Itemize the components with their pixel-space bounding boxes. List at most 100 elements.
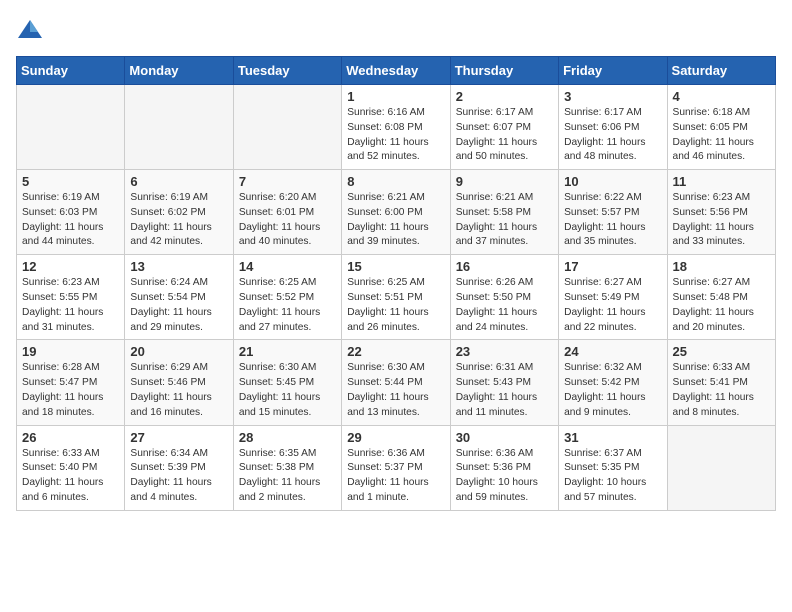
cell-info: Sunrise: 6:29 AM Sunset: 5:46 PM Dayligh…: [130, 361, 227, 420]
day-number: 30: [456, 430, 553, 445]
calendar-week-4: 19 Sunrise: 6:28 AM Sunset: 5:47 PM Dayli…: [17, 340, 776, 425]
day-number: 27: [130, 430, 227, 445]
cell-info: Sunrise: 6:32 AM Sunset: 5:42 PM Dayligh…: [564, 361, 661, 420]
day-number: 17: [564, 259, 661, 274]
calendar-cell: 20 Sunrise: 6:29 AM Sunset: 5:46 PM Dayli…: [125, 340, 233, 425]
cell-info: Sunrise: 6:34 AM Sunset: 5:39 PM Dayligh…: [130, 447, 227, 506]
calendar-cell: 14Sunrise: 6:25 AM Sunset: 5:52 PM Dayli…: [233, 255, 341, 340]
cell-info: Sunrise: 6:17 AM Sunset: 6:07 PM Dayligh…: [456, 106, 553, 165]
cell-info: Sunrise: 6:25 AM Sunset: 5:52 PM Dayligh…: [239, 276, 336, 335]
logo-icon: [16, 16, 44, 44]
cell-info: Sunrise: 6:36 AM Sunset: 5:36 PM Dayligh…: [456, 447, 553, 506]
calendar-cell: 21 Sunrise: 6:30 AM Sunset: 5:45 PM Dayli…: [233, 340, 341, 425]
day-number: 20: [130, 344, 227, 359]
calendar-cell: [233, 85, 341, 170]
page-header: [16, 16, 776, 44]
day-number: 22: [347, 344, 444, 359]
calendar-cell: 10 Sunrise: 6:22 AM Sunset: 5:57 PM Dayli…: [559, 170, 667, 255]
cell-info: Sunrise: 6:31 AM Sunset: 5:43 PM Dayligh…: [456, 361, 553, 420]
cell-info: Sunrise: 6:19 AM Sunset: 6:02 PM Dayligh…: [130, 191, 227, 250]
day-number: 7: [239, 174, 336, 189]
cell-info: Sunrise: 6:19 AM Sunset: 6:03 PM Dayligh…: [22, 191, 119, 250]
calendar-cell: 12 Sunrise: 6:23 AM Sunset: 5:55 PM Dayli…: [17, 255, 125, 340]
calendar-cell: 13 Sunrise: 6:24 AM Sunset: 5:54 PM Dayli…: [125, 255, 233, 340]
day-number: 23: [456, 344, 553, 359]
calendar-cell: 4Sunrise: 6:18 AM Sunset: 6:05 PM Daylig…: [667, 85, 775, 170]
calendar-cell: 5Sunrise: 6:19 AM Sunset: 6:03 PM Daylig…: [17, 170, 125, 255]
calendar-table: SundayMondayTuesdayWednesdayThursdayFrid…: [16, 56, 776, 511]
day-number: 25: [673, 344, 770, 359]
calendar-cell: 28 Sunrise: 6:35 AM Sunset: 5:38 PM Dayli…: [233, 425, 341, 510]
cell-info: Sunrise: 6:20 AM Sunset: 6:01 PM Dayligh…: [239, 191, 336, 250]
cell-info: Sunrise: 6:36 AM Sunset: 5:37 PM Dayligh…: [347, 447, 444, 506]
day-number: 24: [564, 344, 661, 359]
calendar-header-row: SundayMondayTuesdayWednesdayThursdayFrid…: [17, 57, 776, 85]
calendar-cell: 27 Sunrise: 6:34 AM Sunset: 5:39 PM Dayli…: [125, 425, 233, 510]
header-friday: Friday: [559, 57, 667, 85]
header-saturday: Saturday: [667, 57, 775, 85]
calendar-week-5: 26 Sunrise: 6:33 AM Sunset: 5:40 PM Dayli…: [17, 425, 776, 510]
calendar-cell: 30 Sunrise: 6:36 AM Sunset: 5:36 PM Dayli…: [450, 425, 558, 510]
header-wednesday: Wednesday: [342, 57, 450, 85]
cell-info: Sunrise: 6:21 AM Sunset: 6:00 PM Dayligh…: [347, 191, 444, 250]
cell-info: Sunrise: 6:16 AM Sunset: 6:08 PM Dayligh…: [347, 106, 444, 165]
day-number: 16: [456, 259, 553, 274]
calendar-cell: 6Sunrise: 6:19 AM Sunset: 6:02 PM Daylig…: [125, 170, 233, 255]
day-number: 11: [673, 174, 770, 189]
cell-info: Sunrise: 6:23 AM Sunset: 5:55 PM Dayligh…: [22, 276, 119, 335]
day-number: 1: [347, 89, 444, 104]
cell-info: Sunrise: 6:27 AM Sunset: 5:49 PM Dayligh…: [564, 276, 661, 335]
day-number: 15: [347, 259, 444, 274]
day-number: 26: [22, 430, 119, 445]
header-tuesday: Tuesday: [233, 57, 341, 85]
calendar-cell: 15 Sunrise: 6:25 AM Sunset: 5:51 PM Dayli…: [342, 255, 450, 340]
calendar-cell: [17, 85, 125, 170]
calendar-cell: 23 Sunrise: 6:31 AM Sunset: 5:43 PM Dayli…: [450, 340, 558, 425]
calendar-cell: 22 Sunrise: 6:30 AM Sunset: 5:44 PM Dayli…: [342, 340, 450, 425]
day-number: 2: [456, 89, 553, 104]
day-number: 13: [130, 259, 227, 274]
calendar-cell: 31 Sunrise: 6:37 AM Sunset: 5:35 PM Dayli…: [559, 425, 667, 510]
calendar-cell: 11 Sunrise: 6:23 AM Sunset: 5:56 PM Dayli…: [667, 170, 775, 255]
calendar-cell: [125, 85, 233, 170]
cell-info: Sunrise: 6:30 AM Sunset: 5:45 PM Dayligh…: [239, 361, 336, 420]
cell-info: Sunrise: 6:23 AM Sunset: 5:56 PM Dayligh…: [673, 191, 770, 250]
cell-info: Sunrise: 6:22 AM Sunset: 5:57 PM Dayligh…: [564, 191, 661, 250]
cell-info: Sunrise: 6:35 AM Sunset: 5:38 PM Dayligh…: [239, 447, 336, 506]
cell-info: Sunrise: 6:30 AM Sunset: 5:44 PM Dayligh…: [347, 361, 444, 420]
day-number: 28: [239, 430, 336, 445]
day-number: 3: [564, 89, 661, 104]
cell-info: Sunrise: 6:25 AM Sunset: 5:51 PM Dayligh…: [347, 276, 444, 335]
cell-info: Sunrise: 6:33 AM Sunset: 5:41 PM Dayligh…: [673, 361, 770, 420]
calendar-cell: 25 Sunrise: 6:33 AM Sunset: 5:41 PM Dayli…: [667, 340, 775, 425]
calendar-cell: 18 Sunrise: 6:27 AM Sunset: 5:48 PM Dayli…: [667, 255, 775, 340]
calendar-week-1: 1 Sunrise: 6:16 AM Sunset: 6:08 PM Daylig…: [17, 85, 776, 170]
day-number: 19: [22, 344, 119, 359]
calendar-cell: 16 Sunrise: 6:26 AM Sunset: 5:50 PM Dayli…: [450, 255, 558, 340]
calendar-cell: 2 Sunrise: 6:17 AM Sunset: 6:07 PM Daylig…: [450, 85, 558, 170]
day-number: 18: [673, 259, 770, 274]
calendar-cell: 26 Sunrise: 6:33 AM Sunset: 5:40 PM Dayli…: [17, 425, 125, 510]
cell-info: Sunrise: 6:17 AM Sunset: 6:06 PM Dayligh…: [564, 106, 661, 165]
cell-info: Sunrise: 6:26 AM Sunset: 5:50 PM Dayligh…: [456, 276, 553, 335]
day-number: 9: [456, 174, 553, 189]
cell-info: Sunrise: 6:24 AM Sunset: 5:54 PM Dayligh…: [130, 276, 227, 335]
calendar-cell: 3 Sunrise: 6:17 AM Sunset: 6:06 PM Daylig…: [559, 85, 667, 170]
calendar-cell: 7 Sunrise: 6:20 AM Sunset: 6:01 PM Daylig…: [233, 170, 341, 255]
calendar-week-3: 12 Sunrise: 6:23 AM Sunset: 5:55 PM Dayli…: [17, 255, 776, 340]
cell-info: Sunrise: 6:33 AM Sunset: 5:40 PM Dayligh…: [22, 447, 119, 506]
day-number: 10: [564, 174, 661, 189]
day-number: 31: [564, 430, 661, 445]
day-number: 21: [239, 344, 336, 359]
header-sunday: Sunday: [17, 57, 125, 85]
cell-info: Sunrise: 6:21 AM Sunset: 5:58 PM Dayligh…: [456, 191, 553, 250]
day-number: 29: [347, 430, 444, 445]
calendar-cell: 9 Sunrise: 6:21 AM Sunset: 5:58 PM Daylig…: [450, 170, 558, 255]
day-number: 4: [673, 89, 770, 104]
calendar-cell: 8Sunrise: 6:21 AM Sunset: 6:00 PM Daylig…: [342, 170, 450, 255]
cell-info: Sunrise: 6:37 AM Sunset: 5:35 PM Dayligh…: [564, 447, 661, 506]
cell-info: Sunrise: 6:27 AM Sunset: 5:48 PM Dayligh…: [673, 276, 770, 335]
cell-info: Sunrise: 6:28 AM Sunset: 5:47 PM Dayligh…: [22, 361, 119, 420]
calendar-cell: 29 Sunrise: 6:36 AM Sunset: 5:37 PM Dayli…: [342, 425, 450, 510]
day-number: 12: [22, 259, 119, 274]
